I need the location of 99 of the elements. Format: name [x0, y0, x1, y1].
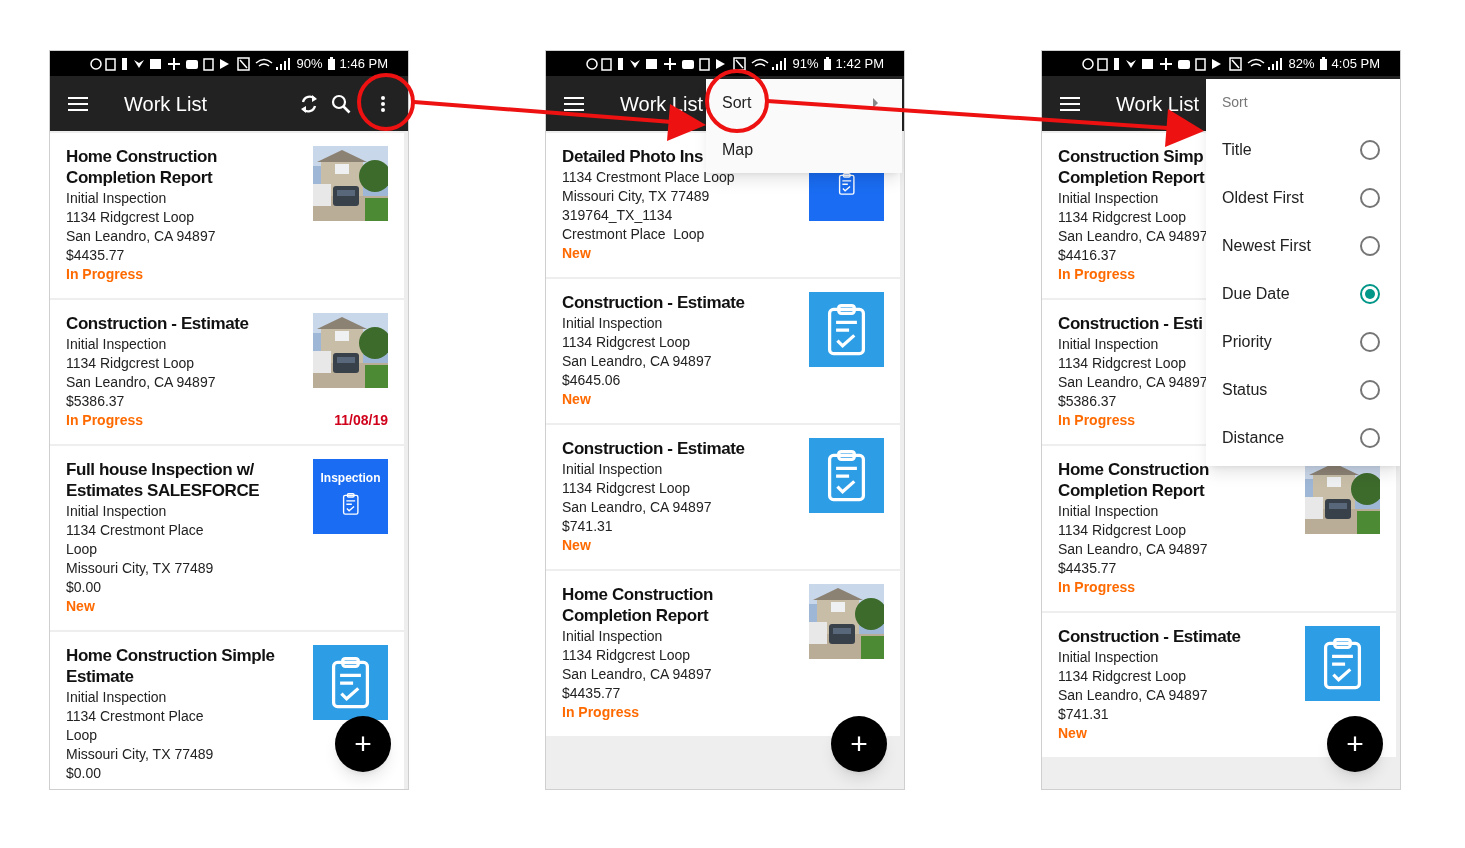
- card-detail: $741.31: [1058, 705, 1109, 724]
- status-label: In Progress: [1058, 578, 1136, 597]
- status-label: In Progress: [66, 411, 144, 430]
- card-detail: 1134 Crestmont Place: [66, 521, 204, 540]
- card-title: Home Construction: [562, 584, 713, 605]
- card-title: Detailed Photo Ins: [562, 146, 704, 167]
- card-detail: $4645.06: [562, 371, 621, 390]
- card-detail: San Leandro, CA 94897: [66, 373, 216, 392]
- card-detail: $4435.77: [562, 684, 621, 703]
- card-detail: 1134 Ridgcrest Loop: [562, 479, 691, 498]
- card-title: Completion Report: [1058, 480, 1205, 501]
- card-detail: Missouri City, TX 77489: [562, 187, 710, 206]
- card-detail: Initial Inspection: [1058, 189, 1159, 208]
- thumbnail-label: Inspection: [320, 471, 381, 485]
- card-title: Full house Inspection w/: [66, 459, 254, 480]
- card-detail: 1134 Ridgcrest Loop: [1058, 208, 1187, 227]
- card-detail: San Leandro, CA 94897: [562, 665, 712, 684]
- card-title: Completion Report: [66, 167, 213, 188]
- battery-percent: 90%: [296, 54, 323, 73]
- status-label: New: [562, 244, 591, 263]
- card-detail: San Leandro, CA 94897: [1058, 540, 1208, 559]
- card-detail: $4416.37: [1058, 246, 1117, 265]
- status-label: New: [66, 597, 95, 616]
- card-detail: Missouri City, TX 77489: [66, 745, 214, 764]
- card-title: Construction - Esti: [1058, 313, 1203, 334]
- sort-option-label: Priority: [1222, 332, 1272, 352]
- sort-option-label: Oldest First: [1222, 188, 1304, 208]
- status-label: In Progress: [562, 703, 640, 722]
- card-detail: $4435.77: [1058, 559, 1117, 578]
- card-detail: Loop: [66, 726, 98, 745]
- card-detail: 1134 Ridgcrest Loop: [66, 208, 195, 227]
- card-detail: Initial Inspection: [1058, 648, 1159, 667]
- card-detail: Initial Inspection: [66, 502, 167, 521]
- card-title: Home Construction Simple: [66, 645, 275, 666]
- card-detail: $5386.37: [1058, 392, 1117, 411]
- card-detail: 1134 Ridgcrest Loop: [1058, 521, 1187, 540]
- card-title: Home Construction: [1058, 459, 1209, 480]
- card-title: Estimates SALESFORCE: [66, 480, 260, 501]
- card-detail: 1134 Ridgcrest Loop: [562, 646, 691, 665]
- card-detail: $4435.77: [66, 246, 125, 265]
- card-detail: 1134 Ridgcrest Loop: [1058, 667, 1187, 686]
- card-detail: 1134 Ridgcrest Loop: [562, 333, 691, 352]
- menu-item-label: Sort: [722, 92, 752, 113]
- screen-title: Work List: [1116, 91, 1199, 117]
- status-time: 1:46 PM: [339, 54, 388, 73]
- card-detail: $741.31: [562, 517, 613, 536]
- card-title: Completion Report: [1058, 167, 1205, 188]
- battery-percent: 82%: [1288, 54, 1315, 73]
- card-detail: Initial Inspection: [562, 314, 663, 333]
- card-title: Completion Report: [562, 605, 709, 626]
- card-detail: San Leandro, CA 94897: [562, 498, 712, 517]
- card-title: Construction Simp: [1058, 146, 1204, 167]
- card-detail: Missouri City, TX 77489: [66, 559, 214, 578]
- card-title: Construction - Estimate: [66, 313, 249, 334]
- sort-option-label: Newest First: [1222, 236, 1311, 256]
- status-label: New: [1058, 724, 1087, 743]
- due-date: 11/08/19: [334, 411, 388, 430]
- card-title: Construction - Estimate: [562, 292, 745, 313]
- sort-option-label: Due Date: [1222, 284, 1290, 304]
- menu-item-label: Map: [722, 139, 754, 160]
- card-detail: Initial Inspection: [562, 460, 663, 479]
- sort-option-label: Title: [1222, 140, 1252, 160]
- card-detail: 1134 Crestmont Place Loop: [562, 168, 735, 187]
- card-detail: Initial Inspection: [1058, 335, 1159, 354]
- battery-percent: 91%: [792, 54, 819, 73]
- card-detail: 1134 Ridgcrest Loop: [66, 354, 195, 373]
- status-time: 1:42 PM: [835, 54, 884, 73]
- card-detail: San Leandro, CA 94897: [1058, 227, 1208, 246]
- status-label: In Progress: [66, 265, 144, 284]
- card-detail: San Leandro, CA 94897: [1058, 373, 1208, 392]
- card-detail: $5386.37: [66, 392, 125, 411]
- card-detail: Loop: [66, 540, 98, 559]
- card-detail: $0.00: [66, 764, 102, 783]
- status-label: New: [562, 390, 591, 409]
- card-detail: 319764_TX_1134: [562, 206, 673, 225]
- card-detail: Crestmont Place Loop: [562, 225, 705, 244]
- card-detail: San Leandro, CA 94897: [562, 352, 712, 371]
- status-label: In Progress: [1058, 265, 1136, 284]
- card-detail: 1134 Ridgcrest Loop: [1058, 354, 1187, 373]
- card-detail: Initial Inspection: [562, 627, 663, 646]
- card-detail: Initial Inspection: [66, 335, 167, 354]
- screen-title: Work List: [124, 91, 207, 117]
- status-label: New: [562, 536, 591, 555]
- sort-option-label: Status: [1222, 380, 1268, 400]
- card-detail: San Leandro, CA 94897: [66, 227, 216, 246]
- card-title: Estimate: [66, 666, 134, 687]
- card-detail: Initial Inspection: [66, 688, 167, 707]
- status-time: 4:05 PM: [1331, 54, 1380, 73]
- sort-option-label: Distance: [1222, 428, 1285, 448]
- card-detail: Initial Inspection: [66, 189, 167, 208]
- status-label: In Progress: [1058, 411, 1136, 430]
- card-title: Construction - Estimate: [562, 438, 745, 459]
- card-title: Construction - Estimate: [1058, 626, 1241, 647]
- card-detail: Initial Inspection: [1058, 502, 1159, 521]
- card-detail: $0.00: [66, 578, 102, 597]
- card-detail: San Leandro, CA 94897: [1058, 686, 1208, 705]
- card-title: Home Construction: [66, 146, 217, 167]
- card-detail: 1134 Crestmont Place: [66, 707, 204, 726]
- sort-menu-header: Sort: [1221, 93, 1249, 112]
